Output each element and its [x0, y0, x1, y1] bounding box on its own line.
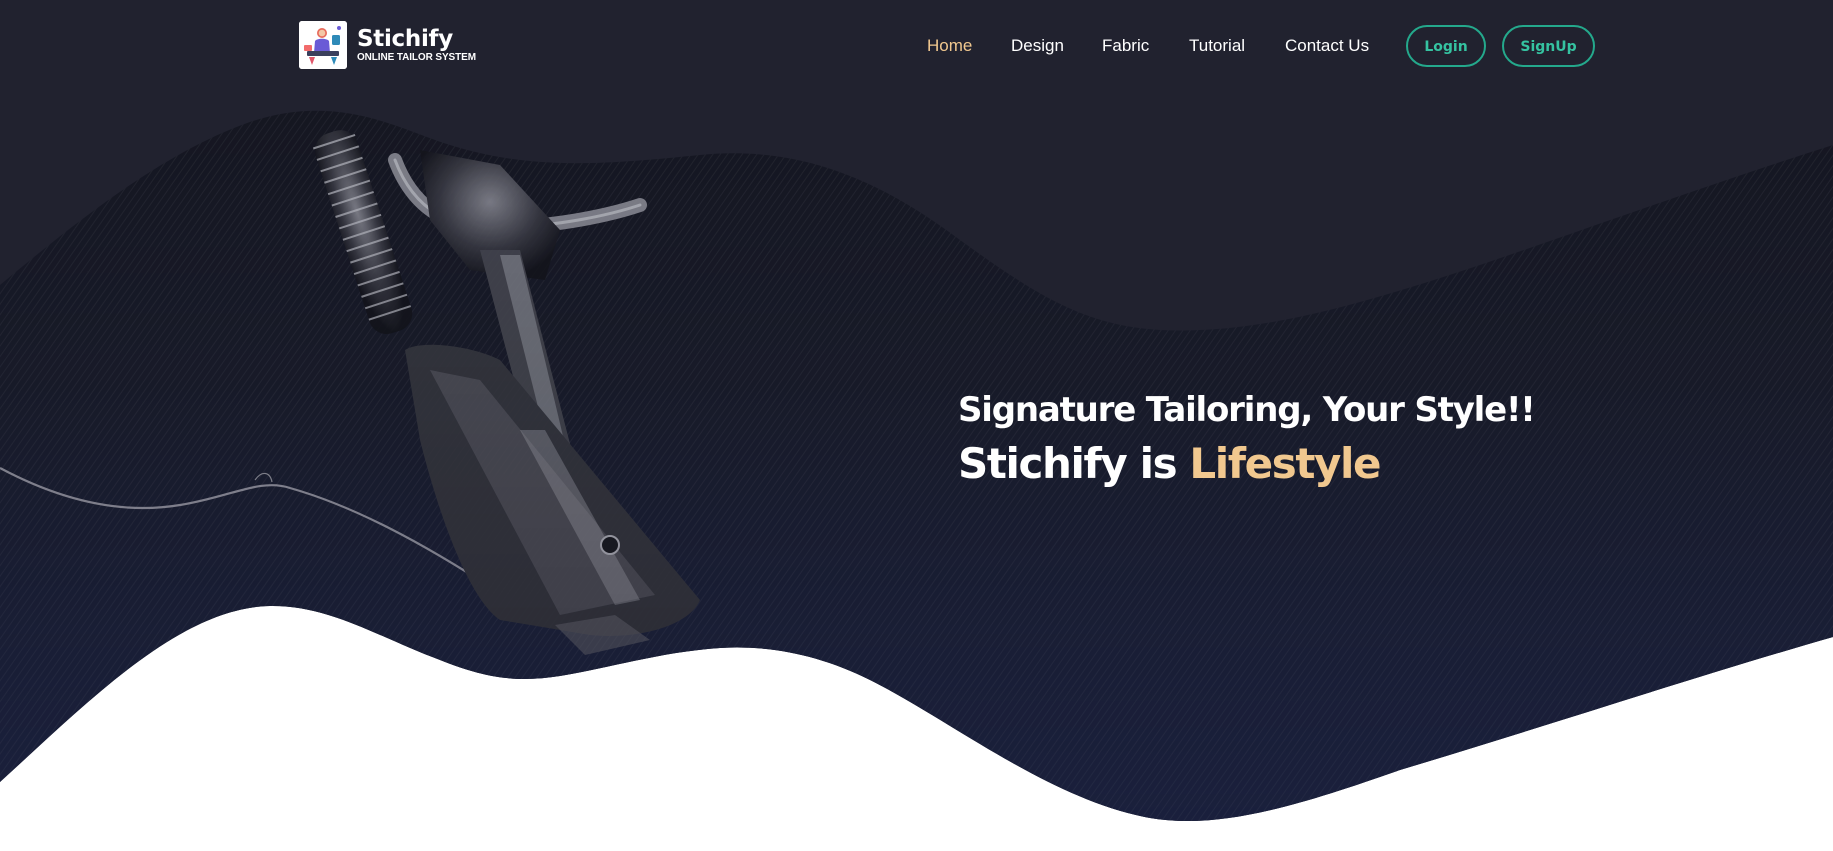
nav-link-tutorial[interactable]: Tutorial	[1189, 35, 1245, 57]
brand[interactable]: Stichify ONLINE TAILOR SYSTEM	[299, 21, 476, 69]
hero-copy: Signature Tailoring, Your Style!! Stichi…	[958, 388, 1536, 490]
signup-button[interactable]: SignUp	[1502, 25, 1595, 67]
hero-tagline: Signature Tailoring, Your Style!!	[958, 390, 1536, 430]
tailor-illustration-icon	[299, 21, 347, 69]
hero-section: Stichify ONLINE TAILOR SYSTEM Home Desig…	[0, 0, 1833, 851]
nav-link-design[interactable]: Design	[1011, 35, 1064, 57]
hero-headline-prefix: Stichify is	[958, 439, 1178, 488]
hero-headline: Stichify is Lifestyle	[958, 438, 1535, 490]
navbar: Stichify ONLINE TAILOR SYSTEM Home Desig…	[0, 0, 1833, 92]
login-button[interactable]: Login	[1406, 25, 1486, 67]
hero-headline-accent: Lifestyle	[1189, 439, 1381, 488]
nav-link-home[interactable]: Home	[927, 35, 972, 57]
brand-tagline: ONLINE TAILOR SYSTEM	[357, 52, 476, 63]
brand-name: Stichify	[357, 26, 453, 52]
hero-background	[0, 0, 1833, 851]
nav-link-contact-us[interactable]: Contact Us	[1285, 35, 1369, 57]
nav-link-fabric[interactable]: Fabric	[1102, 35, 1149, 57]
